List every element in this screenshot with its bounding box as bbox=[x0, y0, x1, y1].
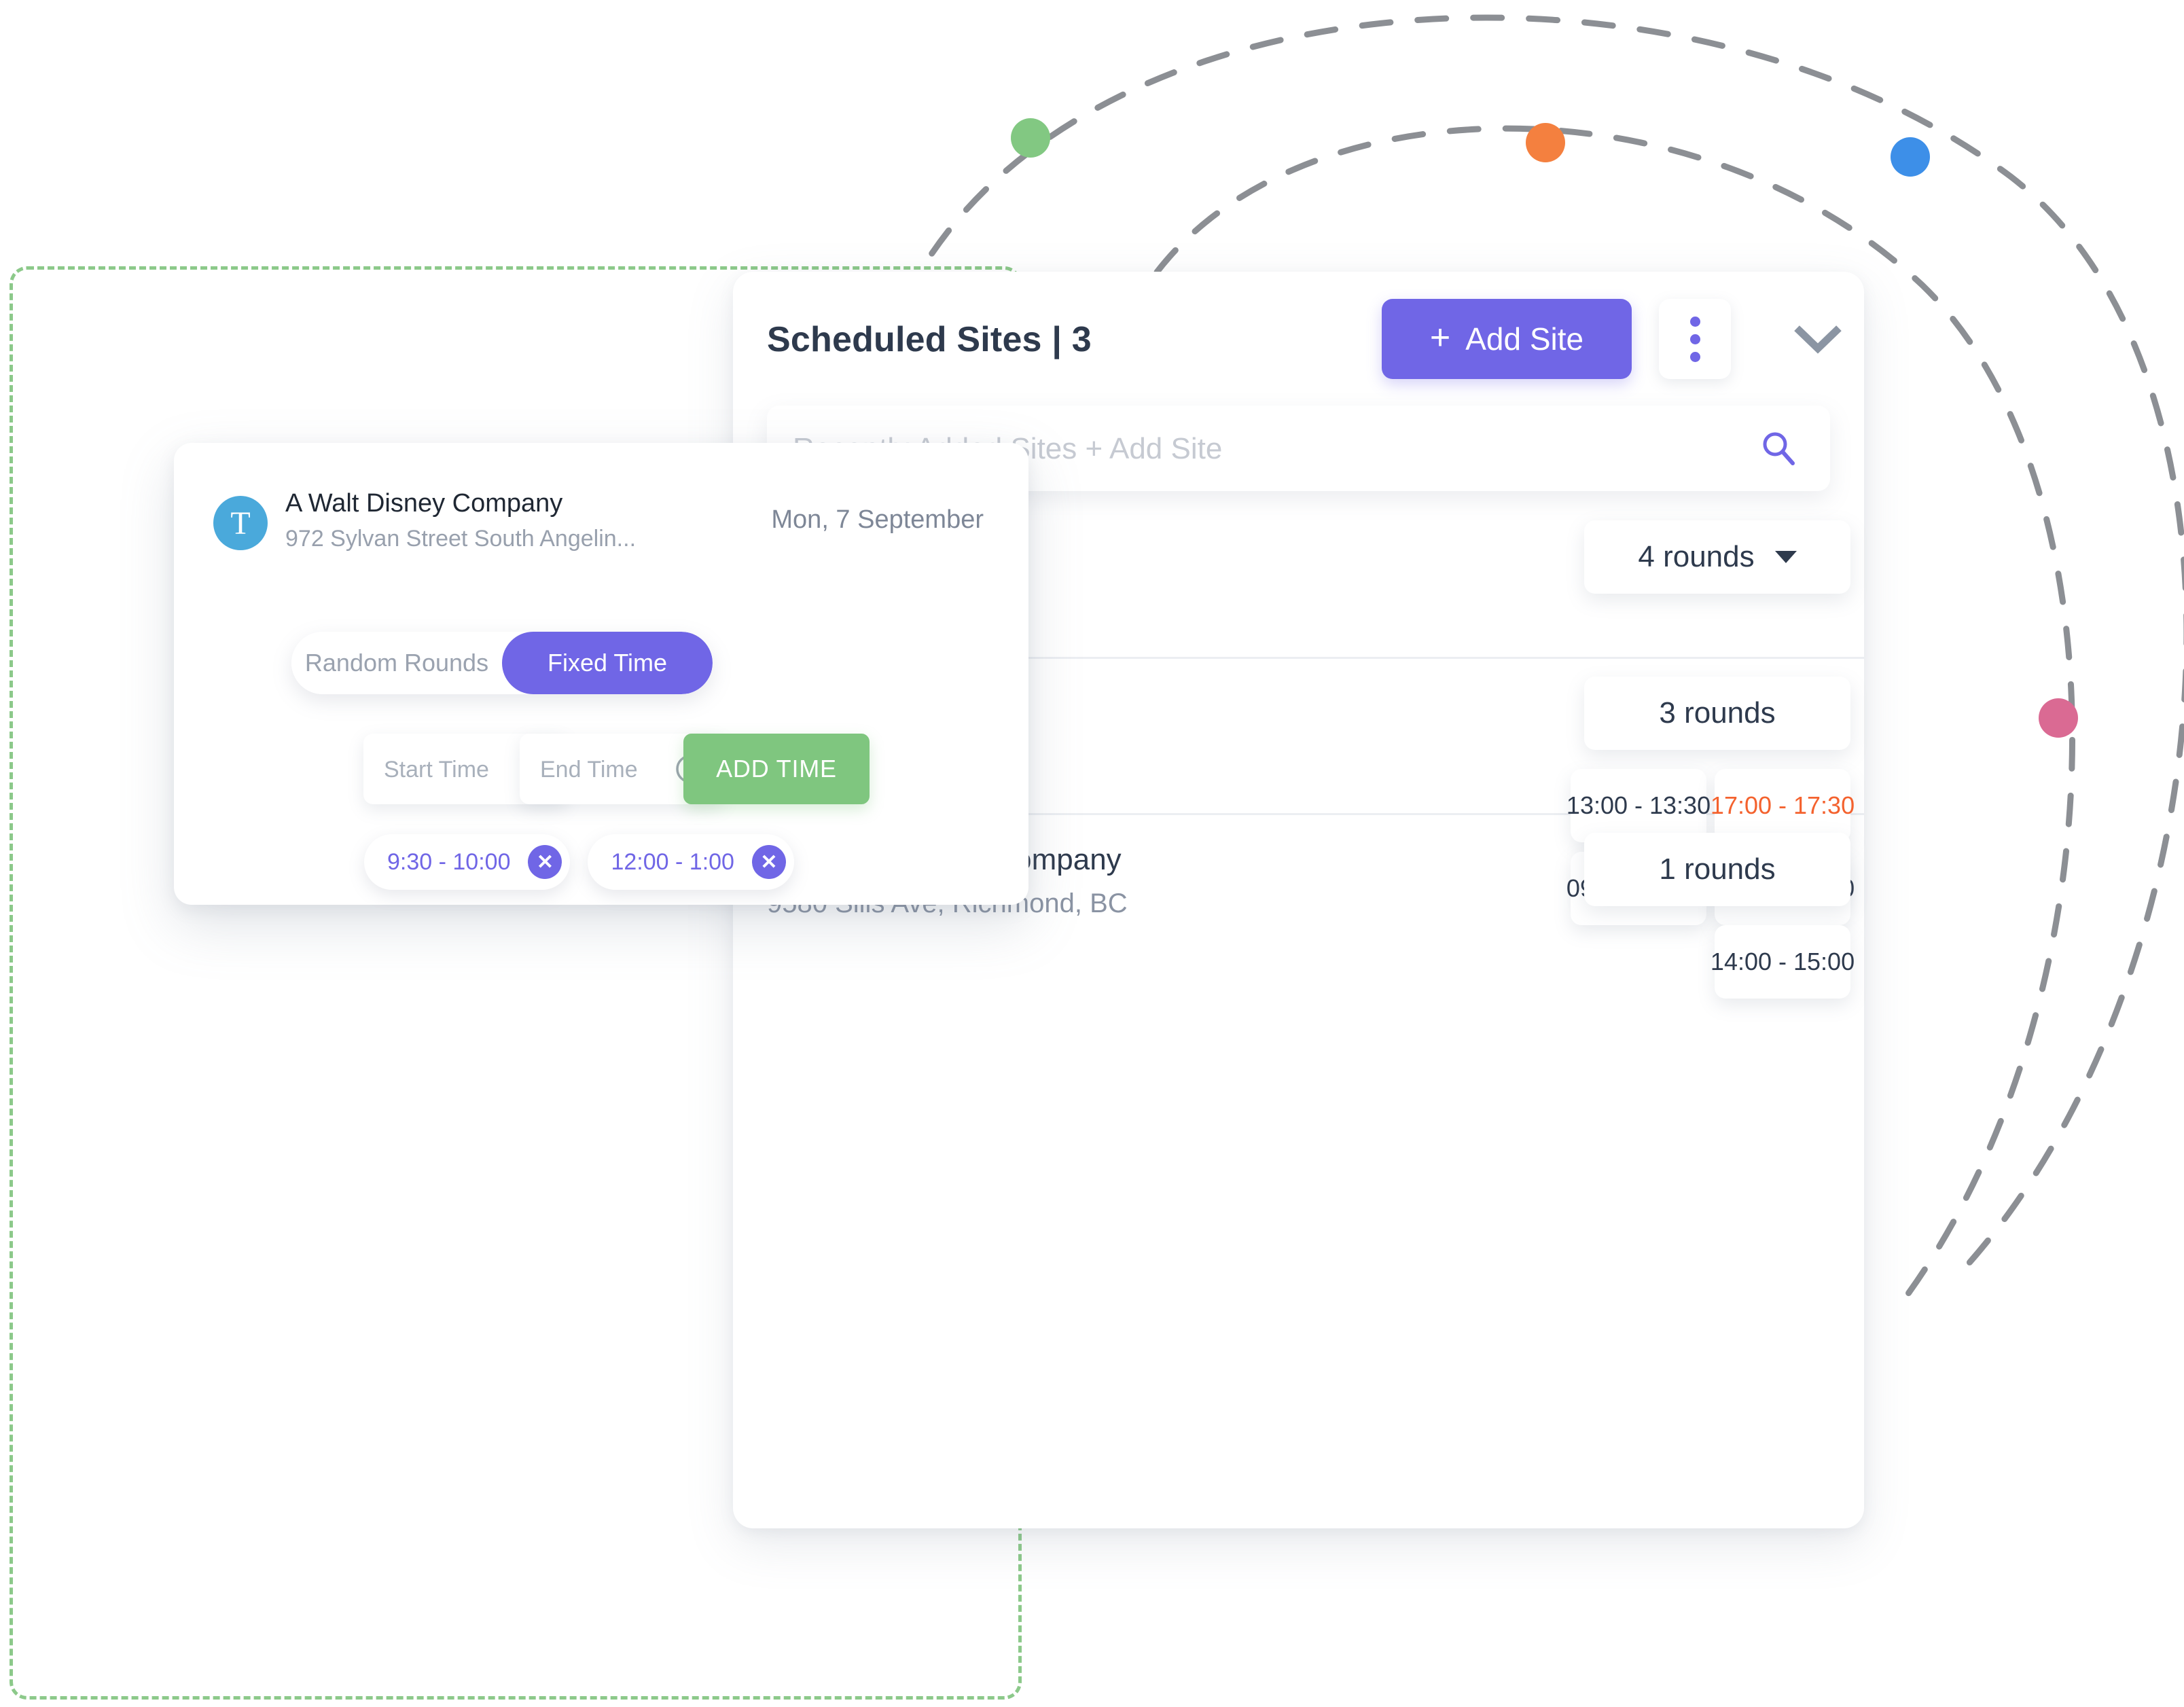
plus-icon: + bbox=[1429, 318, 1451, 357]
rounds-label: 4 rounds bbox=[1638, 540, 1755, 573]
rounds-label: 1 rounds bbox=[1659, 852, 1776, 886]
chevron-down-icon[interactable] bbox=[1794, 323, 1842, 355]
popup-date: Mon, 7 September bbox=[771, 505, 984, 534]
mode-random-rounds[interactable]: Random Rounds bbox=[291, 632, 502, 694]
chevron-down-icon bbox=[1774, 551, 1797, 563]
popup-header: T A Walt Disney Company 972 Sylvan Stree… bbox=[174, 443, 1028, 552]
mode-fixed-time[interactable]: Fixed Time bbox=[502, 632, 713, 694]
search-icon[interactable] bbox=[1759, 429, 1797, 467]
card-header: Scheduled Sites | 3 + Add Site bbox=[733, 272, 1864, 408]
close-icon[interactable]: ✕ bbox=[751, 845, 786, 879]
site-row-controls: 4 rounds bbox=[1565, 520, 1850, 594]
popup-time-slot: 9:30 - 10:00 ✕ bbox=[364, 834, 571, 890]
add-site-button[interactable]: + Add Site bbox=[1382, 299, 1632, 379]
popup-site-address: 972 Sylvan Street South Angelin... bbox=[285, 526, 637, 552]
time-slot-chip[interactable]: 14:00 - 15:00 bbox=[1711, 925, 1855, 999]
pink-dot bbox=[2039, 698, 2078, 738]
popup-time-slot-label: 12:00 - 1:00 bbox=[611, 848, 734, 875]
more-vertical-icon[interactable] bbox=[1659, 299, 1731, 379]
time-slot-grid: 14:00 - 15:00 bbox=[1565, 925, 1855, 999]
avatar: T bbox=[213, 496, 268, 550]
rounds-label: 3 rounds bbox=[1659, 696, 1776, 730]
popup-time-slot-label: 9:30 - 10:00 bbox=[387, 848, 511, 875]
rounds-selector[interactable]: 1 rounds bbox=[1584, 833, 1850, 906]
add-time-button[interactable]: ADD TIME bbox=[683, 734, 870, 804]
blue-dot bbox=[1891, 137, 1930, 177]
add-site-label: Add Site bbox=[1465, 321, 1584, 357]
end-time-input[interactable] bbox=[539, 734, 677, 806]
avatar-initial: T bbox=[230, 505, 251, 541]
orange-dot bbox=[1526, 123, 1565, 162]
site-row-controls: 1 rounds 14:00 - 15:00 bbox=[1565, 833, 1855, 999]
rounds-selector[interactable]: 3 rounds bbox=[1584, 677, 1850, 750]
green-dot bbox=[1011, 118, 1050, 158]
close-icon[interactable]: ✕ bbox=[528, 845, 562, 879]
schedule-mode-toggle: Random Rounds Fixed Time bbox=[291, 632, 713, 694]
page-title: Scheduled Sites | 3 bbox=[767, 320, 1092, 359]
fixed-time-popup: T A Walt Disney Company 972 Sylvan Stree… bbox=[174, 443, 1028, 905]
popup-time-slot: 12:00 - 1:00 ✕ bbox=[588, 834, 794, 890]
popup-site-name: A Walt Disney Company bbox=[285, 489, 563, 518]
time-fields: ADD TIME bbox=[190, 734, 1005, 806]
rounds-selector[interactable]: 4 rounds bbox=[1584, 520, 1850, 594]
screenshot-stage: Scheduled Sites | 3 + Add Site chmond, B… bbox=[0, 0, 2184, 1707]
start-time-input[interactable] bbox=[382, 734, 521, 806]
popup-time-slots: 9:30 - 10:00 ✕ 12:00 - 1:00 ✕ bbox=[364, 834, 794, 890]
